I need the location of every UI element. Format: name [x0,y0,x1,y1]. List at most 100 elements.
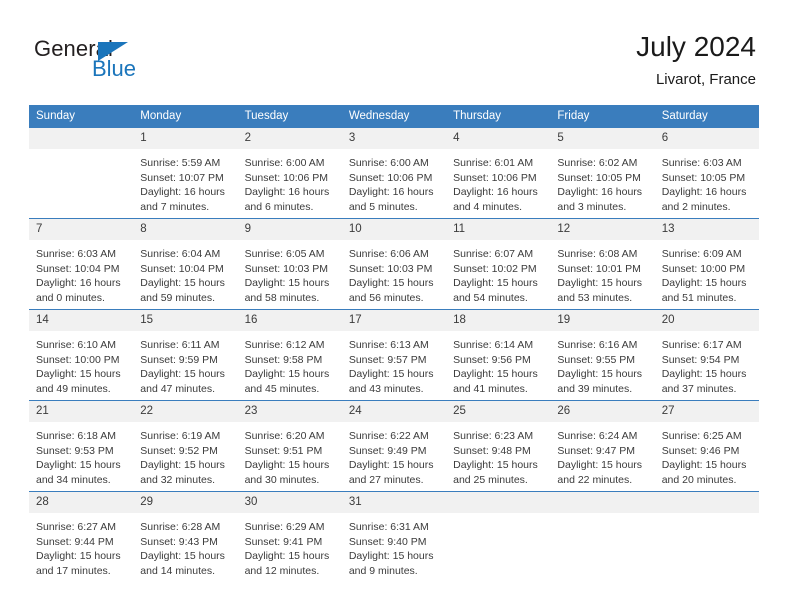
sunset-text: Sunset: 10:07 PM [140,171,224,184]
daylight-text-line2: and 25 minutes. [453,473,528,486]
day-cell[interactable]: 11 Sunrise: 6:07 AM Sunset: 10:02 PM Day… [446,218,551,310]
day-details: Sunrise: 6:08 AM Sunset: 10:01 PM Daylig… [550,240,654,305]
day-number: 17 [341,310,447,331]
day-cell[interactable]: 27 Sunrise: 6:25 AM Sunset: 9:46 PM Dayl… [654,400,759,492]
day-details: Sunrise: 6:29 AM Sunset: 9:41 PM Dayligh… [238,513,342,578]
sunset-text: Sunset: 10:05 PM [557,171,641,184]
daylight-text-line1: Daylight: 15 hours [244,459,330,472]
weekday-header-sunday: Sunday [29,105,134,128]
day-number: 2 [237,128,342,149]
day-cell[interactable]: 25 Sunrise: 6:23 AM Sunset: 9:48 PM Dayl… [446,400,551,492]
day-cell[interactable]: 24 Sunrise: 6:22 AM Sunset: 9:49 PM Dayl… [341,400,447,492]
day-cell[interactable] [29,128,134,219]
daylight-text-line1: Daylight: 15 hours [661,459,747,472]
day-cell[interactable]: 10 Sunrise: 6:06 AM Sunset: 10:03 PM Day… [341,218,447,310]
daylight-text-line1: Daylight: 16 hours [140,186,225,199]
day-cell[interactable]: 2 Sunrise: 6:00 AM Sunset: 10:06 PM Dayl… [237,128,342,219]
day-cell[interactable]: 31 Sunrise: 6:31 AM Sunset: 9:40 PM Dayl… [341,491,447,582]
weekday-header-tuesday: Tuesday [237,105,342,128]
day-number: 9 [237,219,342,240]
day-cell[interactable]: 26 Sunrise: 6:24 AM Sunset: 9:47 PM Dayl… [550,400,655,492]
day-number: 26 [550,401,655,422]
day-cell[interactable]: 21 Sunrise: 6:18 AM Sunset: 9:53 PM Dayl… [29,400,134,492]
general-blue-logo: General Blue [34,36,214,88]
day-cell[interactable]: 16 Sunrise: 6:12 AM Sunset: 9:58 PM Dayl… [237,309,342,401]
sunset-text: Sunset: 9:52 PM [140,444,218,457]
day-details: Sunrise: 6:04 AM Sunset: 10:04 PM Daylig… [133,240,237,305]
day-details: Sunrise: 5:59 AM Sunset: 10:07 PM Daylig… [133,149,237,214]
sunrise-text: Sunrise: 6:02 AM [557,157,638,169]
day-details: Sunrise: 6:03 AM Sunset: 10:04 PM Daylig… [29,240,133,305]
day-cell[interactable]: 8 Sunrise: 6:04 AM Sunset: 10:04 PM Dayl… [133,218,238,310]
daylight-text-line1: Daylight: 16 hours [557,186,643,199]
day-cell[interactable]: 17 Sunrise: 6:13 AM Sunset: 9:57 PM Dayl… [341,309,447,401]
sunrise-text: Sunrise: 6:25 AM [661,430,742,442]
sunrise-text: Sunrise: 6:14 AM [453,339,534,351]
day-cell[interactable]: 19 Sunrise: 6:16 AM Sunset: 9:55 PM Dayl… [550,309,655,401]
day-number: 6 [654,128,759,149]
day-cell[interactable]: 22 Sunrise: 6:19 AM Sunset: 9:52 PM Dayl… [133,400,238,492]
daylight-text-line1: Daylight: 15 hours [348,277,434,290]
sunrise-text: Sunrise: 6:06 AM [348,248,429,260]
daylight-text-line1: Daylight: 15 hours [557,277,643,290]
day-cell[interactable] [550,491,655,582]
sunrise-text: Sunrise: 6:20 AM [244,430,325,442]
sunset-text: Sunset: 10:04 PM [140,262,224,275]
daylight-text-line1: Daylight: 16 hours [453,186,538,199]
sunrise-text: Sunrise: 6:05 AM [244,248,325,260]
day-cell[interactable]: 20 Sunrise: 6:17 AM Sunset: 9:54 PM Dayl… [654,309,759,401]
day-cell[interactable]: 9 Sunrise: 6:05 AM Sunset: 10:03 PM Dayl… [237,218,342,310]
daylight-text-line2: and 5 minutes. [348,200,418,213]
day-cell[interactable] [446,491,551,582]
day-number: 25 [446,401,551,422]
sunset-text: Sunset: 9:57 PM [348,353,427,366]
day-cell[interactable]: 14 Sunrise: 6:10 AM Sunset: 10:00 PM Day… [29,309,134,401]
sunrise-text: Sunrise: 6:09 AM [661,248,742,260]
day-details: Sunrise: 6:20 AM Sunset: 9:51 PM Dayligh… [238,422,342,487]
day-number: 30 [237,492,342,513]
day-cell[interactable]: 12 Sunrise: 6:08 AM Sunset: 10:01 PM Day… [550,218,655,310]
daylight-text-line2: and 51 minutes. [661,291,737,304]
day-cell[interactable]: 5 Sunrise: 6:02 AM Sunset: 10:05 PM Dayl… [550,128,655,219]
day-number: 3 [341,128,447,149]
day-cell[interactable]: 7 Sunrise: 6:03 AM Sunset: 10:04 PM Dayl… [29,218,134,310]
day-details: Sunrise: 6:02 AM Sunset: 10:05 PM Daylig… [550,149,654,214]
day-details: Sunrise: 6:16 AM Sunset: 9:55 PM Dayligh… [550,331,654,396]
daylight-text-line2: and 4 minutes. [453,200,523,213]
day-cell[interactable] [654,491,759,582]
day-cell[interactable]: 13 Sunrise: 6:09 AM Sunset: 10:00 PM Day… [654,218,759,310]
sunset-text: Sunset: 9:59 PM [140,353,218,366]
day-cell[interactable]: 6 Sunrise: 6:03 AM Sunset: 10:05 PM Dayl… [654,128,759,219]
sunrise-text: Sunrise: 6:01 AM [453,157,534,169]
day-cell[interactable]: 30 Sunrise: 6:29 AM Sunset: 9:41 PM Dayl… [237,491,342,582]
day-number: 13 [654,219,759,240]
daylight-text-line1: Daylight: 16 hours [661,186,747,199]
day-number [446,492,551,513]
calendar-body: 1 Sunrise: 5:59 AM Sunset: 10:07 PM Dayl… [29,128,759,582]
daylight-text-line1: Daylight: 16 hours [244,186,330,199]
sunrise-text: Sunrise: 6:19 AM [140,430,221,442]
calendar-week-row: 28 Sunrise: 6:27 AM Sunset: 9:44 PM Dayl… [29,491,759,582]
sunrise-text: Sunrise: 6:23 AM [453,430,534,442]
title-block: July 2024 Livarot, France [636,30,756,90]
day-cell[interactable]: 29 Sunrise: 6:28 AM Sunset: 9:43 PM Dayl… [133,491,238,582]
daylight-text-line2: and 43 minutes. [348,382,424,395]
daylight-text-line2: and 14 minutes. [140,564,215,577]
sunrise-text: Sunrise: 6:13 AM [348,339,429,351]
daylight-text-line2: and 54 minutes. [453,291,528,304]
sunset-text: Sunset: 10:00 PM [661,262,746,275]
daylight-text-line2: and 2 minutes. [661,200,731,213]
day-cell[interactable]: 28 Sunrise: 6:27 AM Sunset: 9:44 PM Dayl… [29,491,134,582]
day-cell[interactable]: 18 Sunrise: 6:14 AM Sunset: 9:56 PM Dayl… [446,309,551,401]
weekday-header-saturday: Saturday [654,105,759,128]
day-cell[interactable]: 1 Sunrise: 5:59 AM Sunset: 10:07 PM Dayl… [133,128,238,219]
daylight-text-line2: and 22 minutes. [557,473,633,486]
day-cell[interactable]: 3 Sunrise: 6:00 AM Sunset: 10:06 PM Dayl… [341,128,447,219]
sunrise-text: Sunrise: 6:03 AM [661,157,742,169]
day-cell[interactable]: 15 Sunrise: 6:11 AM Sunset: 9:59 PM Dayl… [133,309,238,401]
day-cell[interactable]: 4 Sunrise: 6:01 AM Sunset: 10:06 PM Dayl… [446,128,551,219]
day-cell[interactable]: 23 Sunrise: 6:20 AM Sunset: 9:51 PM Dayl… [237,400,342,492]
daylight-text-line2: and 0 minutes. [36,291,105,304]
sunset-text: Sunset: 10:05 PM [661,171,746,184]
day-number: 23 [237,401,342,422]
